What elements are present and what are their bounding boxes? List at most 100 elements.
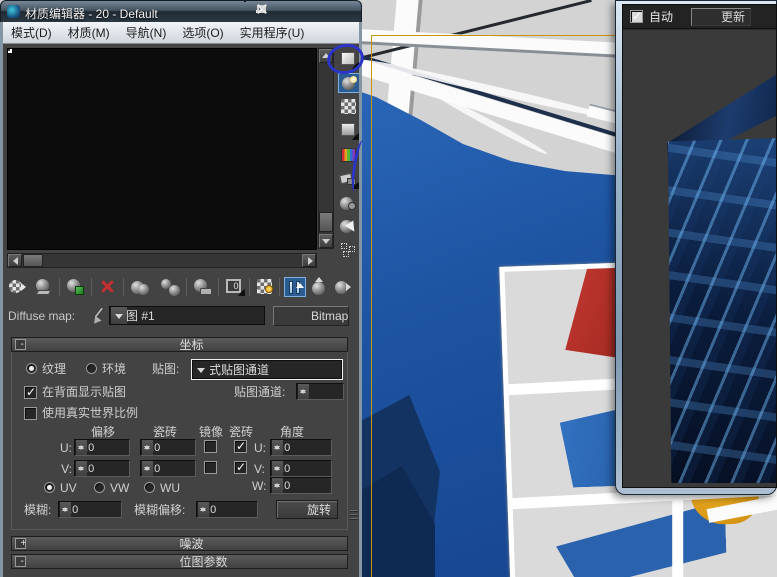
billboard-grid-vbar: [672, 492, 683, 577]
backface-label: 在背面显示贴图: [42, 385, 126, 399]
menu-bar: 模式(D) 材质(M) 导航(N) 选项(O) 实用程序(U): [3, 22, 359, 44]
uv-radio[interactable]: [44, 482, 55, 493]
rotate-button[interactable]: 旋转: [276, 500, 338, 519]
diffuse-map-label: Diffuse map:: [8, 309, 75, 323]
texture-radio[interactable]: [26, 363, 37, 374]
put-to-library-icon[interactable]: [192, 277, 214, 297]
update-button-label: 更新: [721, 9, 745, 26]
noise-rollout-header[interactable]: + 噪波: [11, 536, 348, 551]
coordinates-rollout-header[interactable]: - 坐标: [11, 337, 348, 352]
mapping-label: 贴图:: [152, 362, 179, 376]
mapping-dropdown[interactable]: 显式贴图通道: [192, 360, 342, 379]
wu-radio[interactable]: [144, 482, 155, 493]
select-by-material-icon[interactable]: [338, 217, 360, 237]
u-angle-label: U:: [254, 441, 266, 455]
spinner-arrows[interactable]: [75, 440, 87, 455]
scroll-down-button[interactable]: [319, 234, 333, 248]
pick-material-icon[interactable]: [89, 305, 107, 325]
menu-navigation[interactable]: 导航(N): [126, 24, 167, 41]
reset-map-icon[interactable]: [97, 277, 119, 297]
u-mirror-checkbox[interactable]: [204, 440, 217, 453]
magnify-content: 自动 更新: [622, 4, 777, 488]
spinner-arrows[interactable]: [59, 502, 71, 517]
blur-label: 模糊:: [24, 503, 51, 517]
spinner-arrows[interactable]: [75, 461, 87, 476]
material-id-channel-icon[interactable]: 0: [224, 277, 246, 297]
get-material-icon[interactable]: [7, 277, 29, 297]
spinner-arrows[interactable]: [141, 440, 153, 455]
realworld-checkbox[interactable]: [24, 407, 37, 420]
menu-material[interactable]: 材质(M): [68, 24, 110, 41]
spinner-arrows[interactable]: [297, 384, 309, 399]
map-name-dropdown[interactable]: 贴图 #1: [109, 306, 265, 325]
u-angle-spinner[interactable]: 0.0: [270, 439, 332, 456]
show-end-result-icon[interactable]: [284, 277, 306, 297]
texture-label: 纹理: [42, 362, 66, 376]
bitmap-type-button[interactable]: Bitmap: [273, 306, 349, 326]
go-to-parent-icon[interactable]: [309, 277, 331, 297]
menu-mode[interactable]: 模式(D): [11, 24, 52, 41]
tile-header: 瓷砖: [142, 425, 188, 439]
update-button[interactable]: 更新: [691, 8, 751, 26]
menu-utilities[interactable]: 实用程序(U): [240, 24, 305, 41]
put-material-to-scene-icon[interactable]: [33, 277, 55, 297]
map-channel-spinner[interactable]: 1: [296, 383, 344, 400]
panel-resize-grip[interactable]: [350, 510, 359, 526]
slot-sphere-3[interactable]: [8, 49, 10, 51]
preview-area: [623, 30, 777, 488]
screen: 自动 更新 材质编辑器 - 20 - Default: [0, 0, 777, 577]
slots-hscrollbar[interactable]: [7, 253, 317, 268]
tile2-header: 瓷砖: [224, 425, 258, 439]
w-angle-spinner[interactable]: 0.0: [270, 477, 332, 494]
magnify-window[interactable]: 自动 更新: [615, 0, 777, 495]
scroll-left-button[interactable]: [8, 254, 22, 267]
dropdown-arrow-button[interactable]: [110, 307, 127, 324]
collapse-icon: -: [15, 556, 26, 567]
spinner-arrows[interactable]: [271, 461, 283, 476]
spinner-arrows[interactable]: [271, 440, 283, 455]
v-mirror-checkbox[interactable]: [204, 461, 217, 474]
go-forward-to-sibling-icon[interactable]: [333, 277, 355, 297]
v-tile-checkbox[interactable]: [234, 461, 247, 474]
w-angle-label: W:: [252, 479, 266, 493]
environ-radio[interactable]: [86, 363, 97, 374]
spinner-arrows[interactable]: [271, 478, 283, 493]
blur-spinner[interactable]: 1.0: [58, 501, 122, 518]
options-icon[interactable]: [338, 194, 360, 214]
auto-checkbox[interactable]: [630, 10, 643, 23]
v-offset-spinner[interactable]: 0.0: [74, 460, 130, 477]
title-bar[interactable]: 材质编辑器 - 20 - Default: [0, 0, 362, 22]
scroll-thumb[interactable]: [23, 254, 43, 267]
make-material-copy-icon[interactable]: [130, 277, 152, 297]
v-tile-spinner[interactable]: 1.0: [140, 460, 196, 477]
rotate-button-label: 旋转: [307, 501, 331, 519]
material-editor-window: 材质编辑器 - 20 - Default 模式(D) 材质(M) 导航(N): [0, 0, 362, 577]
dropdown-arrow-button[interactable]: [193, 361, 210, 378]
bitmap-params-rollout-header[interactable]: - 位图参数: [11, 554, 348, 569]
v-angle-spinner[interactable]: 0.0: [270, 460, 332, 477]
scroll-thumb[interactable]: [319, 212, 333, 232]
spinner-arrows[interactable]: [141, 461, 153, 476]
bitmap-button-label: Bitmap: [311, 307, 348, 326]
u-offset-spinner[interactable]: 0.0: [74, 439, 130, 456]
editor-body: 模式(D) 材质(M) 导航(N) 选项(O) 实用程序(U): [0, 22, 362, 577]
menu-options[interactable]: 选项(O): [182, 24, 223, 41]
blur-offset-spinner[interactable]: 0.0: [196, 501, 258, 518]
slots-vscrollbar[interactable]: [318, 48, 334, 249]
background-icon[interactable]: [338, 97, 360, 117]
make-unique-icon[interactable]: [160, 277, 182, 297]
sample-uv-tiling-icon[interactable]: [338, 121, 360, 141]
scroll-right-button[interactable]: [302, 254, 316, 267]
u-tile-checkbox[interactable]: [234, 440, 247, 453]
backface-checkbox[interactable]: [24, 386, 37, 399]
vw-radio[interactable]: [94, 482, 105, 493]
magnify-toolbar: 自动 更新: [623, 5, 776, 29]
spinner-arrows[interactable]: [197, 502, 209, 517]
material-map-navigator-icon[interactable]: [338, 240, 360, 260]
vw-label: VW: [110, 481, 129, 495]
assign-material-to-selection-icon[interactable]: [65, 277, 87, 297]
show-shaded-material-icon[interactable]: [255, 277, 277, 297]
collapse-icon: -: [15, 339, 26, 350]
u-tile-spinner[interactable]: 1.0: [140, 439, 196, 456]
backlight-icon[interactable]: [338, 73, 360, 93]
